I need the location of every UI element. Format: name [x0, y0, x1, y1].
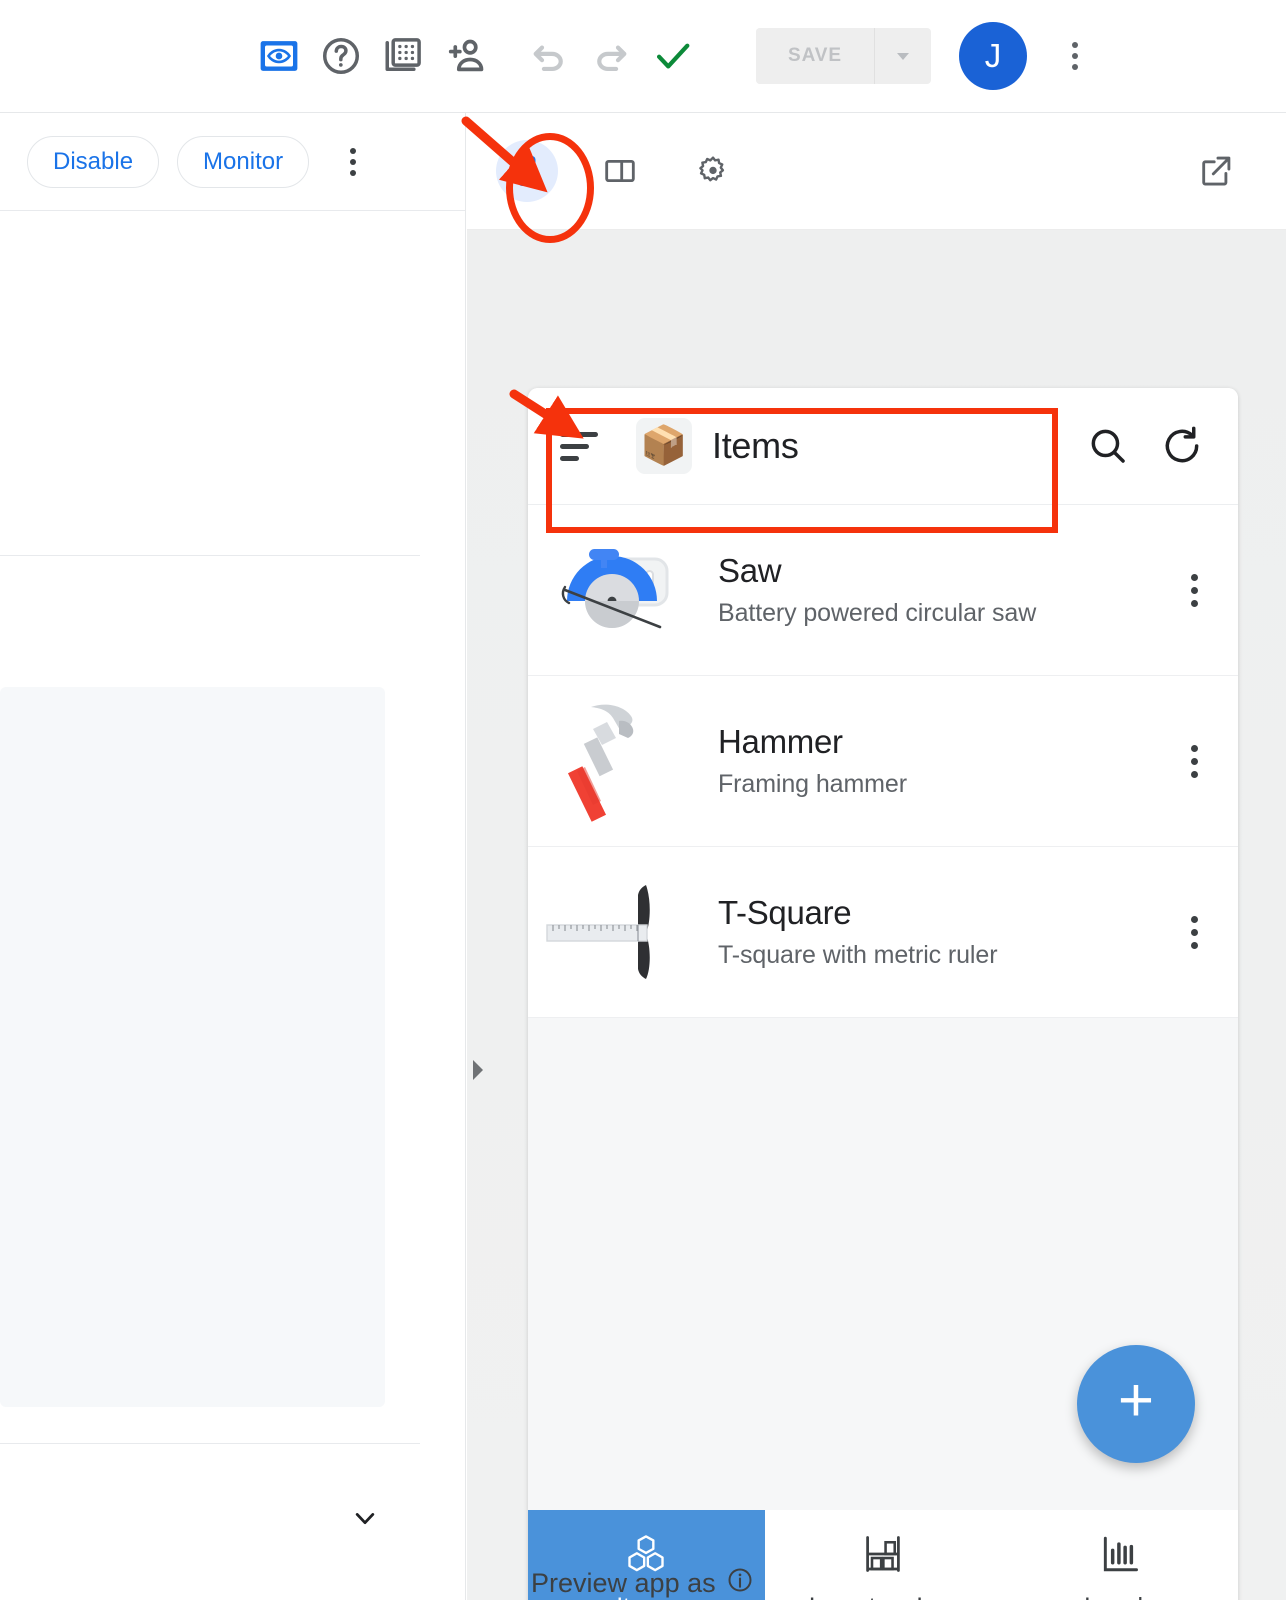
- add-item-fab[interactable]: +: [1077, 1345, 1195, 1463]
- kebab-dot: [350, 158, 357, 165]
- monitor-button[interactable]: Monitor: [177, 135, 310, 188]
- item-title: Saw: [718, 551, 782, 589]
- table-row[interactable]: T-Square T-square with metric ruler: [528, 847, 1238, 1018]
- circular-saw-thumbnail: [542, 530, 692, 650]
- left-panel-expand-chevron-down-icon[interactable]: [338, 1491, 392, 1545]
- undo-icon[interactable]: [518, 25, 580, 87]
- kebab-dot: [350, 147, 357, 154]
- row-text: Hammer Framing hammer: [718, 723, 1172, 800]
- preview-device-toolbar: [467, 113, 1286, 230]
- left-panel-divider: [0, 555, 420, 556]
- tab-levels[interactable]: Levels: [1001, 1510, 1238, 1600]
- table-row[interactable]: Saw Battery powered circular saw: [528, 505, 1238, 676]
- refresh-icon[interactable]: [1154, 418, 1210, 474]
- disable-button[interactable]: Disable: [27, 135, 160, 188]
- kebab-dot: [350, 169, 357, 176]
- kebab-dot: [1190, 744, 1198, 752]
- item-description: T-square with metric ruler: [718, 941, 998, 970]
- kebab-dot: [1190, 770, 1198, 778]
- row-text: T-Square T-square with metric ruler: [718, 894, 1172, 971]
- kebab-dot: [1190, 599, 1198, 607]
- t-square-thumbnail: [542, 872, 692, 992]
- kebab-dot: [1190, 757, 1198, 765]
- menu-line: [560, 431, 598, 437]
- app-root: SAVE J Disable Monitor 📦 Items Saw Batte…: [0, 0, 1286, 1600]
- tab-inventory-log[interactable]: Inventory Log: [765, 1510, 1002, 1600]
- open-external-icon[interactable]: [1186, 141, 1246, 201]
- settings-gear-icon[interactable]: [682, 140, 744, 202]
- bar-chart-icon: [1098, 1532, 1142, 1583]
- app-logo-package-icon: 📦: [636, 418, 692, 474]
- item-description: Framing hammer: [718, 770, 907, 799]
- tab-levels-label: Levels: [1084, 1593, 1155, 1600]
- redo-icon[interactable]: [580, 25, 642, 87]
- save-button-group[interactable]: SAVE: [756, 28, 931, 84]
- info-icon[interactable]: [726, 1566, 754, 1600]
- kebab-dot: [1190, 928, 1198, 936]
- kebab-dot: [1190, 573, 1198, 581]
- items-list: Saw Battery powered circular saw Hammer …: [528, 505, 1238, 1018]
- table-row[interactable]: Hammer Framing hammer: [528, 676, 1238, 847]
- search-icon[interactable]: [1080, 418, 1136, 474]
- left-editor-panel: Disable Monitor: [0, 113, 466, 1600]
- kebab-dot: [1190, 941, 1198, 949]
- avatar[interactable]: J: [958, 22, 1027, 90]
- hammer-thumbnail: [542, 701, 692, 822]
- left-panel-more-options-icon[interactable]: [333, 136, 373, 188]
- kebab-dot: [1190, 915, 1198, 923]
- row-text: Saw Battery powered circular saw: [718, 552, 1172, 629]
- save-dropdown-arrow-icon[interactable]: [875, 28, 931, 84]
- menu-icon[interactable]: [560, 424, 604, 468]
- more-options-icon[interactable]: [1053, 25, 1097, 87]
- preview-app-as-text: Preview app as: [531, 1568, 716, 1598]
- app-title: Items: [712, 425, 799, 466]
- tablet-device-toggle[interactable]: [589, 140, 651, 202]
- preview-pane: 📦 Items Saw Battery powered circular saw…: [467, 113, 1286, 1600]
- preview-eye-icon[interactable]: [248, 25, 310, 87]
- kebab-dot: [1071, 42, 1078, 48]
- menu-line: [560, 455, 579, 461]
- menu-line: [560, 443, 589, 449]
- save-button[interactable]: SAVE: [756, 28, 874, 84]
- phone-preview-frame: 📦 Items Saw Battery powered circular saw…: [528, 388, 1238, 1600]
- kebab-dot: [1071, 64, 1078, 70]
- help-icon[interactable]: [310, 25, 372, 87]
- tab-inventory-log-label: Inventory Log: [809, 1593, 958, 1600]
- preview-canvas: 📦 Items Saw Battery powered circular saw…: [467, 230, 1286, 1600]
- plus-icon: +: [1117, 1366, 1155, 1435]
- library-icon[interactable]: [372, 25, 434, 87]
- left-panel-divider-bottom: [0, 1443, 420, 1444]
- toolbar-icon-group: SAVE J: [248, 22, 1097, 90]
- kebab-dot: [1071, 53, 1078, 59]
- item-title: Hammer: [718, 722, 843, 760]
- list-empty-area: +: [528, 1018, 1238, 1510]
- row-more-options-icon[interactable]: [1172, 892, 1216, 972]
- app-header: 📦 Items: [528, 388, 1238, 505]
- left-panel-content-placeholder: [0, 687, 385, 1407]
- shelf-icon: [861, 1532, 905, 1583]
- top-toolbar: SAVE J: [0, 0, 1286, 113]
- preview-app-as-label: Preview app as: [531, 1566, 754, 1600]
- item-description: Battery powered circular saw: [718, 599, 1037, 628]
- panel-expander-triangle-icon[interactable]: [470, 1056, 486, 1084]
- check-icon[interactable]: [642, 25, 704, 87]
- row-more-options-icon[interactable]: [1172, 550, 1216, 630]
- phone-device-toggle[interactable]: [496, 140, 558, 202]
- left-panel-action-bar: Disable Monitor: [0, 113, 465, 211]
- add-person-icon[interactable]: [434, 25, 496, 87]
- row-more-options-icon[interactable]: [1172, 721, 1216, 801]
- item-title: T-Square: [718, 893, 852, 931]
- kebab-dot: [1190, 586, 1198, 594]
